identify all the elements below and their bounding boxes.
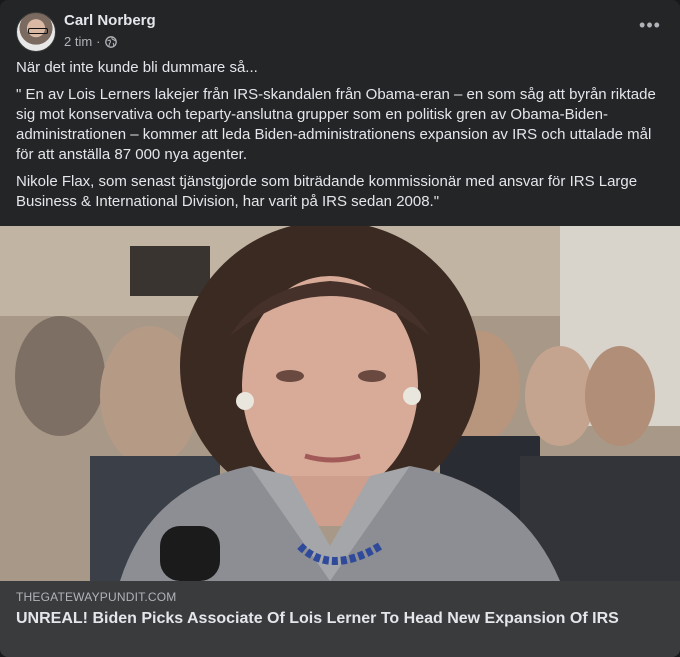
post-card: Carl Norberg 2 tim · ••• När det inte ku… xyxy=(0,0,680,657)
link-title[interactable]: UNREAL! Biden Picks Associate Of Lois Le… xyxy=(16,609,656,629)
link-domain: THEGATEWAYPUNDIT.COM xyxy=(16,590,177,604)
post-body: När det inte kunde bli dummare så... " E… xyxy=(16,58,660,219)
post-paragraph: Nikole Flax, som senast tjänstgjorde som… xyxy=(16,173,638,210)
globe-icon[interactable] xyxy=(104,35,117,48)
author-avatar[interactable] xyxy=(16,12,56,52)
link-preview[interactable]: THEGATEWAYPUNDIT.COM UNREAL! Biden Picks… xyxy=(0,581,680,657)
post-paragraph: När det inte kunde bli dummare så... xyxy=(16,59,258,76)
avatar-glasses xyxy=(28,28,48,34)
author-name[interactable]: Carl Norberg xyxy=(64,12,156,29)
post-header: Carl Norberg 2 tim · ••• xyxy=(16,12,664,52)
hearing-photo xyxy=(0,226,680,581)
more-options-button[interactable]: ••• xyxy=(636,16,664,38)
link-preview-image[interactable] xyxy=(0,226,680,581)
post-paragraph: " En av Lois Lerners lakejer från IRS-sk… xyxy=(16,86,656,163)
meta-separator: · xyxy=(96,34,101,49)
post-meta: 2 tim · xyxy=(64,34,117,49)
post-time[interactable]: 2 tim xyxy=(64,34,92,49)
